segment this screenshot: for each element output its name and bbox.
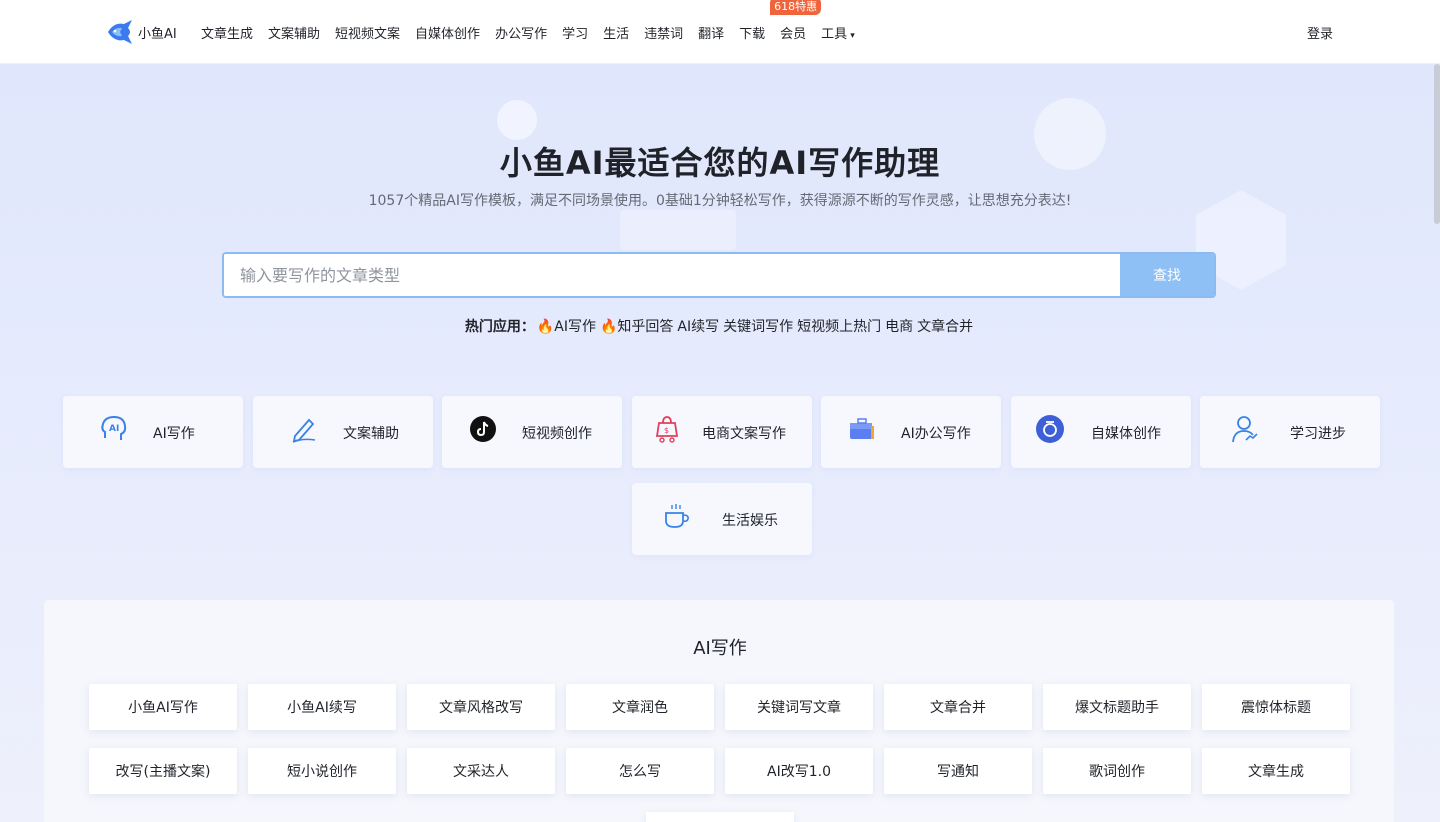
tools-panel-title: AI写作 xyxy=(693,638,747,659)
category-card-life[interactable]: 生活娱乐 xyxy=(632,483,812,555)
nav-item-office-writing[interactable]: 办公写作 xyxy=(495,23,547,42)
category-card-short-video[interactable]: 短视频创作 xyxy=(442,396,622,468)
pen-writing-icon xyxy=(292,418,316,443)
hot-link-article-merge[interactable]: 文章合并 xyxy=(917,319,973,335)
search-input[interactable] xyxy=(224,254,1120,296)
tool-shock-title[interactable]: 震惊体标题 xyxy=(1202,684,1350,730)
category-label: 文案辅助 xyxy=(343,426,399,442)
learner-icon xyxy=(1232,416,1258,443)
category-card-ecommerce[interactable]: $ 电商文案写作 xyxy=(632,396,812,468)
login-link[interactable]: 登录 xyxy=(1307,23,1333,42)
top-nav-bar: 小鱼AI 文章生成 文案辅助 短视频文案 自媒体创作 办公写作 学习 生活 违禁… xyxy=(0,0,1440,64)
category-label: 短视频创作 xyxy=(522,426,592,442)
nav-item-download[interactable]: 下载 xyxy=(739,23,765,42)
category-card-office-writing[interactable]: AI办公写作 xyxy=(821,396,1001,468)
shopping-bag-icon: $ xyxy=(655,416,679,443)
hot-link-ai-continue[interactable]: AI续写 xyxy=(677,319,719,335)
category-card-learning[interactable]: 学习进步 xyxy=(1200,396,1380,468)
hot-link-zhihu-answer[interactable]: 🔥知乎回答 xyxy=(600,319,673,335)
tool-card-partial[interactable] xyxy=(646,812,794,822)
tool-xiaoyu-ai-writing[interactable]: 小鱼AI写作 xyxy=(89,684,237,730)
tool-viral-title[interactable]: 爆文标题助手 xyxy=(1043,684,1191,730)
briefcase-icon xyxy=(850,418,874,439)
brand-logo[interactable]: 小鱼AI xyxy=(106,18,177,46)
nav-item-banned-words[interactable]: 违禁词 xyxy=(644,23,683,42)
nav-item-copy-assist[interactable]: 文案辅助 xyxy=(268,23,320,42)
category-card-ai-writing[interactable]: AI AI写作 xyxy=(63,396,243,468)
hot-link-short-video-trending[interactable]: 短视频上热门 xyxy=(797,319,881,335)
hot-link-ecommerce[interactable]: 电商 xyxy=(885,319,913,335)
brand-name: 小鱼AI xyxy=(138,26,177,42)
nav-member-label: 会员 xyxy=(780,26,807,42)
tool-write-notice[interactable]: 写通知 xyxy=(884,748,1032,794)
category-card-copy-assist[interactable]: 文案辅助 xyxy=(253,396,433,468)
decor-bubble-left xyxy=(497,100,537,140)
nav-tools-label: 工具 xyxy=(821,26,848,42)
tool-style-rewrite[interactable]: 文章风格改写 xyxy=(407,684,555,730)
category-label: AI办公写作 xyxy=(901,426,971,442)
category-label: 学习进步 xyxy=(1290,426,1346,442)
hot-apps-label: 热门应用： xyxy=(464,319,535,335)
category-label: 生活娱乐 xyxy=(722,513,778,529)
decor-card xyxy=(620,210,736,250)
nav-item-member[interactable]: 618特惠 会员 xyxy=(770,0,822,42)
search-bar: 查找 xyxy=(222,252,1216,298)
tool-lyrics[interactable]: 歌词创作 xyxy=(1043,748,1191,794)
category-label: 自媒体创作 xyxy=(1091,426,1161,442)
tool-article-merge[interactable]: 文章合并 xyxy=(884,684,1032,730)
tool-article-generate[interactable]: 文章生成 xyxy=(1202,748,1350,794)
category-label: 电商文案写作 xyxy=(702,426,786,442)
tool-ai-rewrite-v1[interactable]: AI改写1.0 xyxy=(725,748,873,794)
promo-badge: 618特惠 xyxy=(770,0,822,15)
hot-apps: 热门应用： 🔥AI写作 🔥知乎回答 AI续写 关键词写作 短视频上热门 电商 文章合并 xyxy=(0,316,1440,336)
tool-how-to-write[interactable]: 怎么写 xyxy=(566,748,714,794)
tool-anchor-rewrite[interactable]: 改写(主播文案) xyxy=(89,748,237,794)
page-title: 小鱼AI最适合您的AI写作助理 xyxy=(499,144,941,182)
nav-item-tools[interactable]: 工具 ▾ xyxy=(821,23,855,42)
category-card-self-media[interactable]: 自媒体创作 xyxy=(1011,396,1191,468)
svg-text:AI: AI xyxy=(109,424,119,434)
nav-item-article-gen[interactable]: 文章生成 xyxy=(201,23,253,42)
page-subtitle: 1057个精品AI写作模板，满足不同场景使用。0基础1分钟轻松写作，获得源源不断… xyxy=(368,193,1072,209)
main-nav: 文章生成 文案辅助 短视频文案 自媒体创作 办公写作 学习 生活 违禁词 翻译 … xyxy=(201,0,870,64)
ai-head-icon: AI xyxy=(101,415,127,440)
tool-keyword-article[interactable]: 关键词写文章 xyxy=(725,684,873,730)
nav-item-self-media[interactable]: 自媒体创作 xyxy=(415,23,480,42)
hot-link-keyword-writing[interactable]: 关键词写作 xyxy=(723,319,793,335)
chevron-down-icon: ▾ xyxy=(850,30,855,41)
category-label: AI写作 xyxy=(153,426,195,442)
tool-polish[interactable]: 文章润色 xyxy=(566,684,714,730)
fish-logo-icon xyxy=(108,20,132,44)
tool-literary-master[interactable]: 文采达人 xyxy=(407,748,555,794)
svg-text:$: $ xyxy=(664,426,669,435)
media-badge-icon xyxy=(1036,415,1064,443)
coffee-cup-icon xyxy=(665,504,689,528)
hot-link-ai-writing[interactable]: 🔥AI写作 xyxy=(537,319,596,335)
tool-xiaoyu-ai-continue[interactable]: 小鱼AI续写 xyxy=(248,684,396,730)
tool-short-novel[interactable]: 短小说创作 xyxy=(248,748,396,794)
nav-item-short-video[interactable]: 短视频文案 xyxy=(335,23,400,42)
nav-item-life[interactable]: 生活 xyxy=(603,23,629,42)
tiktok-icon xyxy=(470,416,496,442)
nav-item-study[interactable]: 学习 xyxy=(562,23,588,42)
search-button[interactable]: 查找 xyxy=(1120,254,1214,296)
nav-item-translate[interactable]: 翻译 xyxy=(698,23,724,42)
